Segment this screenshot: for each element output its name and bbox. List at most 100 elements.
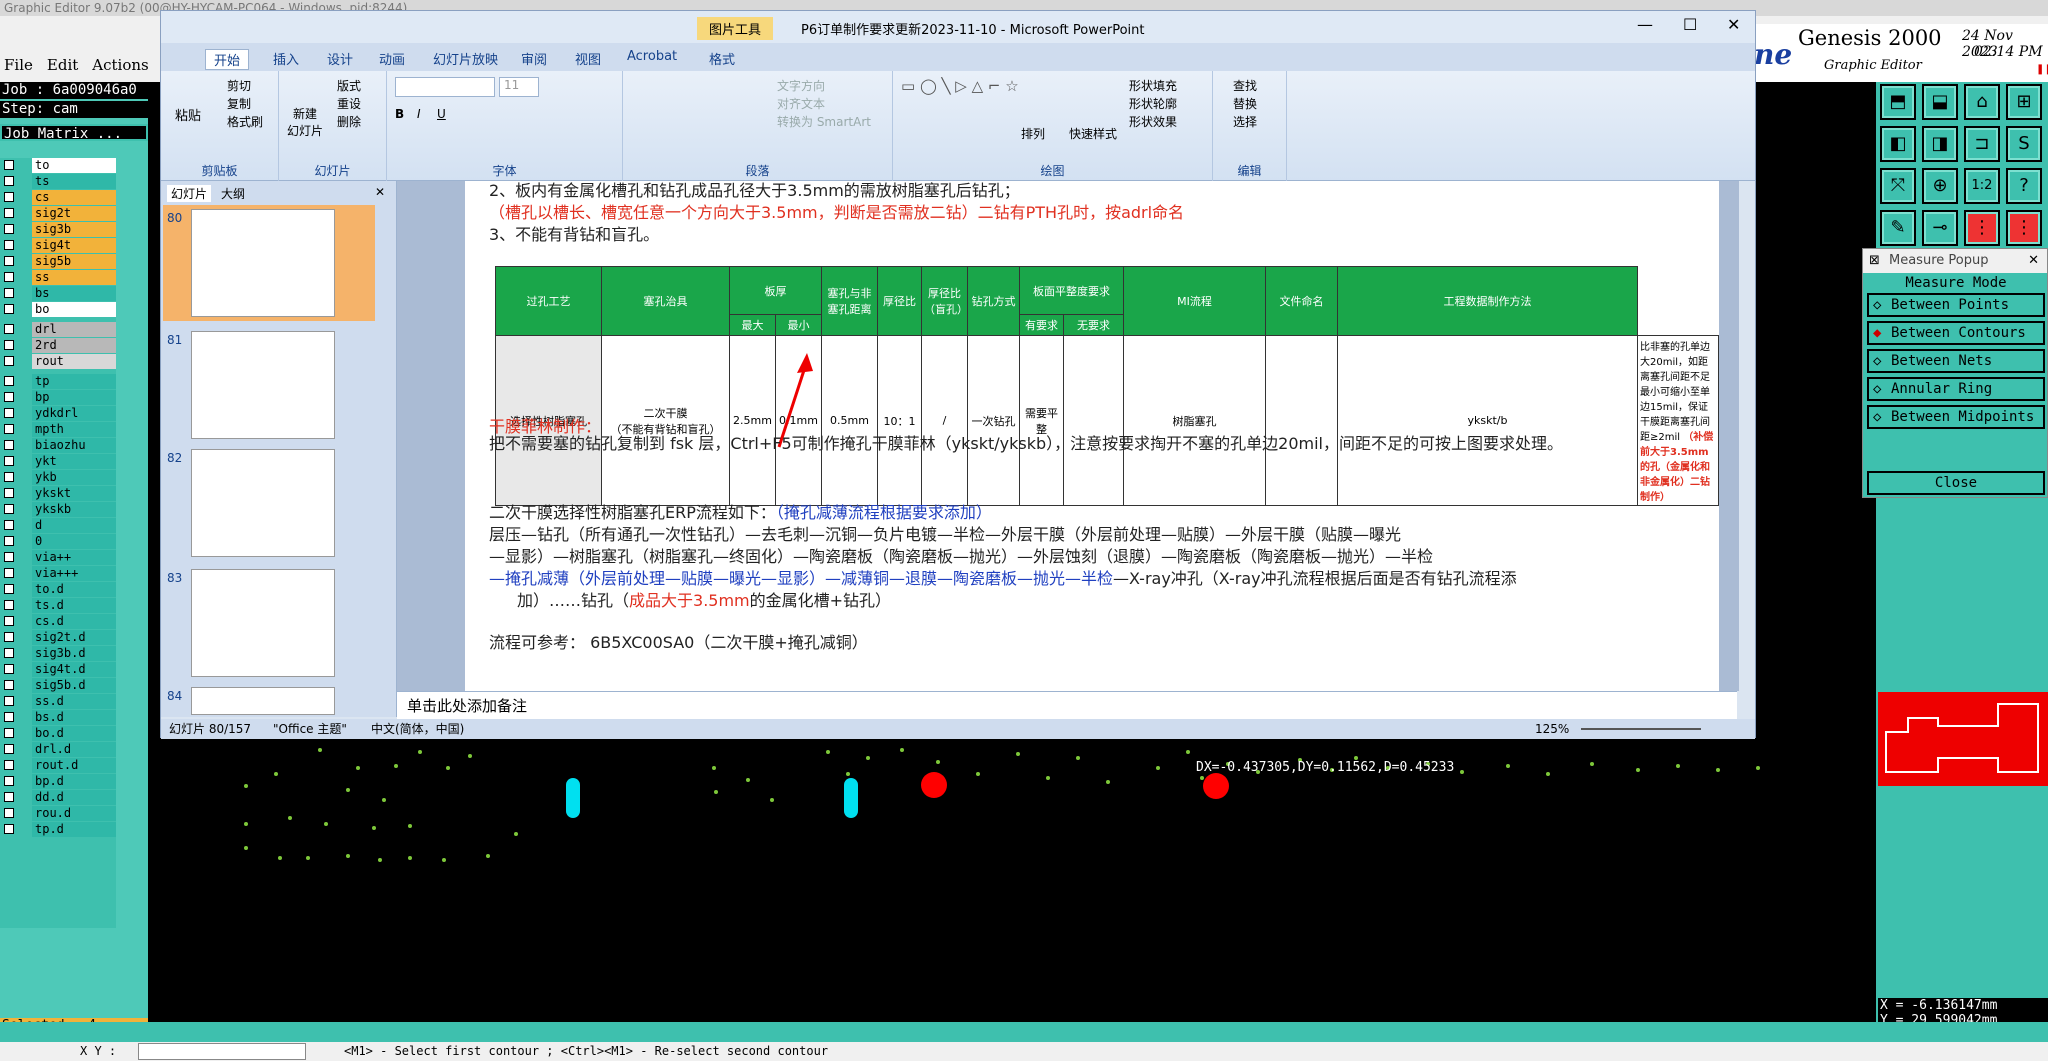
tab-view[interactable]: 视图 <box>575 49 601 68</box>
layer-row[interactable]: ts.d <box>2 598 116 613</box>
delete-button[interactable]: 删除 <box>337 113 361 130</box>
layer-row[interactable]: sig4t.d <box>2 662 116 677</box>
tab-home[interactable]: 开始 <box>205 49 250 70</box>
layer-row[interactable]: tp <box>2 374 116 389</box>
layer-checkbox[interactable] <box>4 224 14 234</box>
slide-thumbnail[interactable] <box>191 569 335 677</box>
layer-row[interactable]: tp.d <box>2 822 116 837</box>
menu-file[interactable]: File <box>4 56 33 74</box>
close-icon[interactable]: ✕ <box>2028 249 2039 273</box>
home-icon[interactable]: ⌂ <box>1964 84 2000 120</box>
layer-checkbox[interactable] <box>4 792 14 802</box>
layer-row[interactable]: bs.d <box>2 710 116 725</box>
layer-row[interactable]: bo.d <box>2 726 116 741</box>
layer-checkbox[interactable] <box>4 616 14 626</box>
job-matrix-button[interactable]: Job Matrix ... <box>0 124 148 142</box>
move-right-icon[interactable]: ◨ <box>1922 126 1958 162</box>
smartart-button[interactable]: 转换为 SmartArt <box>777 113 871 130</box>
align-text-button[interactable]: 对齐文本 <box>777 95 825 112</box>
cut-button[interactable]: 剪切 <box>227 77 251 94</box>
layer-checkbox[interactable] <box>4 776 14 786</box>
layer-checkbox[interactable] <box>4 584 14 594</box>
bold-icon[interactable]: B <box>395 107 404 121</box>
layer-row[interactable]: cs <box>2 190 116 205</box>
brush-icon[interactable]: ✎ <box>1880 210 1916 246</box>
close-panel-icon[interactable]: ✕ <box>375 185 385 199</box>
layer-checkbox[interactable] <box>4 304 14 314</box>
layer-row[interactable]: sig5b <box>2 254 116 269</box>
tab-design[interactable]: 设计 <box>327 49 353 68</box>
help-icon[interactable]: ? <box>2006 168 2042 204</box>
between-points-option[interactable]: ◇ Between Points <box>1867 293 2045 317</box>
arrange-button[interactable]: 排列 <box>1021 125 1045 142</box>
layer-checkbox[interactable] <box>4 760 14 770</box>
layer-checkbox[interactable] <box>4 600 14 610</box>
font-size-box[interactable]: 11 <box>499 77 539 97</box>
layer-row[interactable]: sig2t.d <box>2 630 116 645</box>
layer-row[interactable]: ts <box>2 174 116 189</box>
layer-row[interactable]: 2rd <box>2 338 116 353</box>
layer-row[interactable]: bp.d <box>2 774 116 789</box>
layer-row[interactable]: biaozhu <box>2 438 116 453</box>
format-painter-button[interactable]: 格式刷 <box>227 113 263 130</box>
between-midpoints-option[interactable]: ◇ Between Midpoints <box>1867 405 2045 429</box>
layer-checkbox[interactable] <box>4 696 14 706</box>
slide-thumbnail[interactable] <box>191 331 335 439</box>
underline-icon[interactable]: U <box>437 107 446 121</box>
layer-row[interactable]: sig2t <box>2 206 116 221</box>
layer-checkbox[interactable] <box>4 664 14 674</box>
layer-checkbox[interactable] <box>4 536 14 546</box>
layer-checkbox[interactable] <box>4 520 14 530</box>
layer-checkbox[interactable] <box>4 208 14 218</box>
tab-outline[interactable]: 大纲 <box>221 185 245 202</box>
grid-icon[interactable]: ⊞ <box>2006 84 2042 120</box>
quick-styles-button[interactable]: 快速样式 <box>1069 125 1117 142</box>
menu-actions[interactable]: Actions <box>92 56 148 74</box>
layer-row[interactable]: sig3b.d <box>2 646 116 661</box>
slide-thumbnail[interactable] <box>191 209 335 317</box>
layer-row[interactable]: ykt <box>2 454 116 469</box>
paste-button[interactable]: 粘贴 <box>175 105 201 124</box>
layer-checkbox[interactable] <box>4 824 14 834</box>
layer-row[interactable]: bp <box>2 390 116 405</box>
close-window-icon[interactable]: ✕ <box>1727 15 1740 34</box>
layer-checkbox[interactable] <box>4 744 14 754</box>
layer-row[interactable]: rout.d <box>2 758 116 773</box>
layer-checkbox[interactable] <box>4 392 14 402</box>
layer-row[interactable]: sig5b.d <box>2 678 116 693</box>
layer-row[interactable]: sig4t <box>2 238 116 253</box>
layer-row[interactable]: to <box>2 158 116 173</box>
between-contours-option[interactable]: ◆ Between Contours <box>1867 321 2045 345</box>
tab-slides[interactable]: 幻灯片 <box>167 185 212 202</box>
layer-checkbox[interactable] <box>4 472 14 482</box>
layer-checkbox[interactable] <box>4 176 14 186</box>
layer-row[interactable]: rout <box>2 354 116 369</box>
layer-checkbox[interactable] <box>4 340 14 350</box>
open-icon[interactable]: ⬒ <box>1880 84 1916 120</box>
layer-row[interactable]: sig3b <box>2 222 116 237</box>
annular-ring-option[interactable]: ◇ Annular Ring <box>1867 377 2045 401</box>
layer-checkbox[interactable] <box>4 728 14 738</box>
replace-button[interactable]: 替换 <box>1233 95 1257 112</box>
xy-input[interactable] <box>138 1043 306 1060</box>
layer-checkbox[interactable] <box>4 408 14 418</box>
between-nets-option[interactable]: ◇ Between Nets <box>1867 349 2045 373</box>
tab-review[interactable]: 审阅 <box>521 49 547 68</box>
layer-row[interactable]: ykskb <box>2 502 116 517</box>
layer-checkbox[interactable] <box>4 552 14 562</box>
tab-acrobat[interactable]: Acrobat <box>627 49 677 64</box>
shape-outline-button[interactable]: 形状轮廓 <box>1129 95 1177 112</box>
layer-checkbox[interactable] <box>4 424 14 434</box>
layer-checkbox[interactable] <box>4 488 14 498</box>
shape-fill-button[interactable]: 形状填充 <box>1129 77 1177 94</box>
layer-checkbox[interactable] <box>4 240 14 250</box>
layer-row[interactable]: bo <box>2 302 116 317</box>
layer-checkbox[interactable] <box>4 272 14 282</box>
shapes-gallery-icon[interactable]: ▭ ◯ ╲ ▷ △ ⌐ ☆ <box>901 77 1019 95</box>
maximize-icon[interactable]: ☐ <box>1683 15 1697 34</box>
net-highlight-icon[interactable]: ⋮ <box>2006 210 2042 246</box>
ratio-icon[interactable]: 1:2 <box>1964 168 2000 204</box>
layer-row[interactable]: ss.d <box>2 694 116 709</box>
layer-row[interactable]: to.d <box>2 582 116 597</box>
italic-icon[interactable]: I <box>417 107 421 121</box>
